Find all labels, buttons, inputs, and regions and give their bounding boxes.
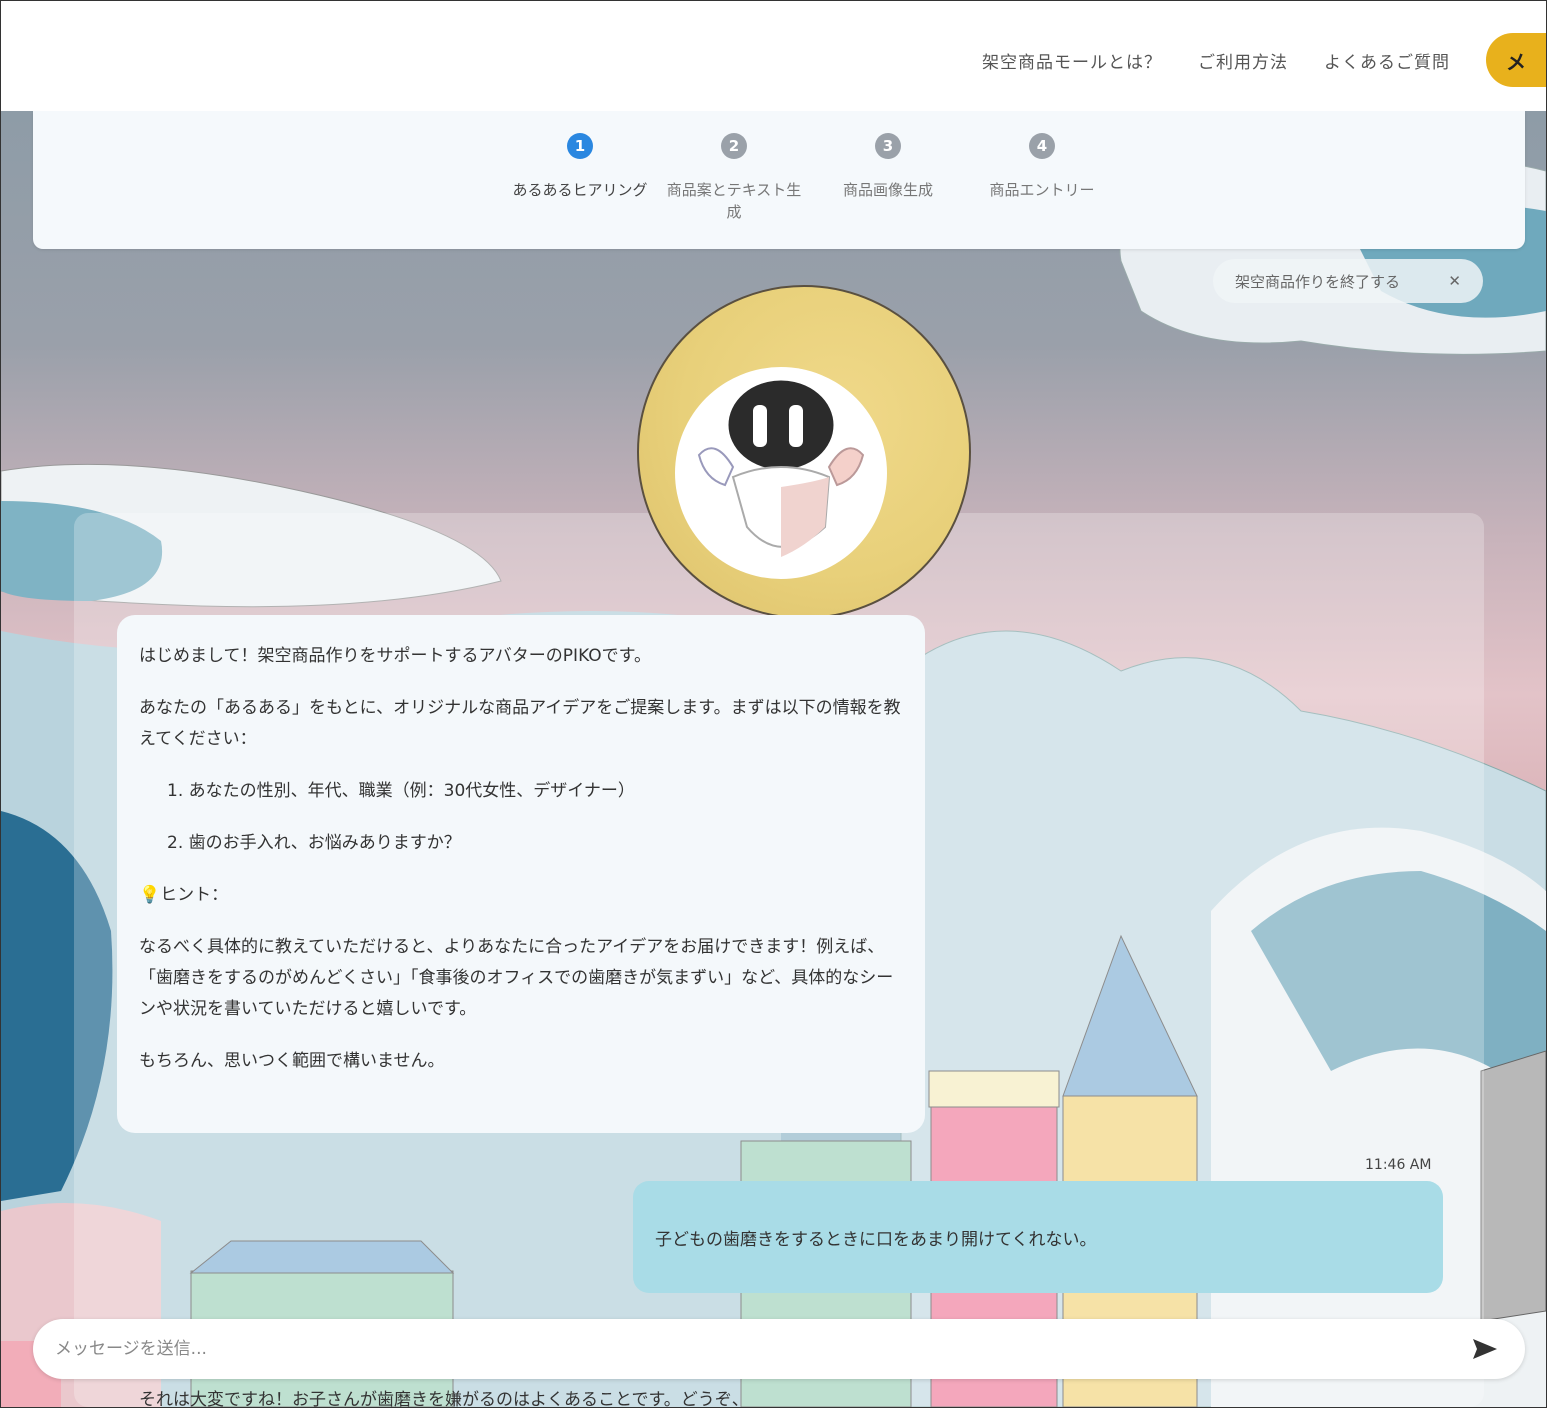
end-session-button[interactable]: 架空商品作りを終了する ✕ [1213,259,1483,303]
message-input[interactable] [53,1338,1467,1360]
step-label: あるあるヒアリング [512,181,648,199]
end-session-label: 架空商品作りを終了する [1235,272,1401,291]
step-number: 4 [1029,133,1055,159]
header-cta-button[interactable]: メ [1486,33,1546,87]
close-icon: ✕ [1448,272,1461,290]
bot-message: はじめまして！架空商品作りをサポートするアバターのPIKOです。 あなたの「ある… [117,615,925,1133]
step-label: 商品エントリー [989,181,1095,199]
app-window: 架空商品モールとは？ ご利用方法 よくあるご質問 メ 1 あるあるヒアリング 2… [0,0,1547,1408]
step-number: 2 [721,133,747,159]
bot-list-item: 1. あなたの性別、年代、職業（例：30代女性、デザイナー） [167,781,635,801]
step-number: 3 [875,133,901,159]
step-2: 2 商品案とテキスト生成 [657,133,811,223]
nav-link-faq[interactable]: よくあるご質問 [1324,48,1450,73]
user-message-text: 子どもの歯磨きをするときに口をあまり開けてくれない。 [655,1229,1097,1250]
message-timestamp: 11:46 AM [1365,1157,1432,1173]
user-message: 子どもの歯磨きをするときに口をあまり開けてくれない。 [633,1181,1443,1293]
bot-list-item: 2. 歯のお手入れ、お悩みありますか？ [167,833,461,853]
progress-stepper: 1 あるあるヒアリング 2 商品案とテキスト生成 3 商品画像生成 4 商品エン… [33,111,1525,249]
send-icon[interactable] [1467,1331,1503,1367]
step-3: 3 商品画像生成 [811,133,965,223]
step-label: 商品案とテキスト生成 [666,181,802,221]
robot-avatar-icon [675,367,887,579]
step-label: 商品画像生成 [842,181,933,199]
hint-label: ヒント： [160,885,229,905]
hint-line: 💡ヒント： [139,880,903,911]
bot-message-text: もちろん、思いつく範囲で構いません。 [139,1051,445,1071]
bot-message-text: はじめまして！架空商品作りをサポートするアバターのPIKOです。 [139,646,651,666]
lightbulb-icon: 💡 [139,885,161,905]
avatar [637,285,971,619]
message-input-bar [33,1319,1525,1379]
step-4: 4 商品エントリー [965,133,1119,223]
next-bot-message-partial: それは大変ですね！お子さんが歯磨きを嫌がるのはよくあることです。どうぞ、 [139,1390,749,1408]
bot-message-text: なるべく具体的に教えていただけると、よりあなたに合ったアイデアをお届けできます！… [139,937,894,1019]
nav-link-howto[interactable]: ご利用方法 [1198,48,1288,73]
bot-message-text: あなたの「あるある」をもとに、オリジナルな商品アイデアをご提案します。まずは以下… [139,698,901,749]
top-nav: 架空商品モールとは？ ご利用方法 よくあるご質問 メ [982,33,1546,87]
top-header: 架空商品モールとは？ ご利用方法 よくあるご質問 メ [1,1,1546,111]
nav-link-about[interactable]: 架空商品モールとは？ [982,48,1162,73]
step-1: 1 あるあるヒアリング [503,133,657,223]
step-number: 1 [567,133,593,159]
